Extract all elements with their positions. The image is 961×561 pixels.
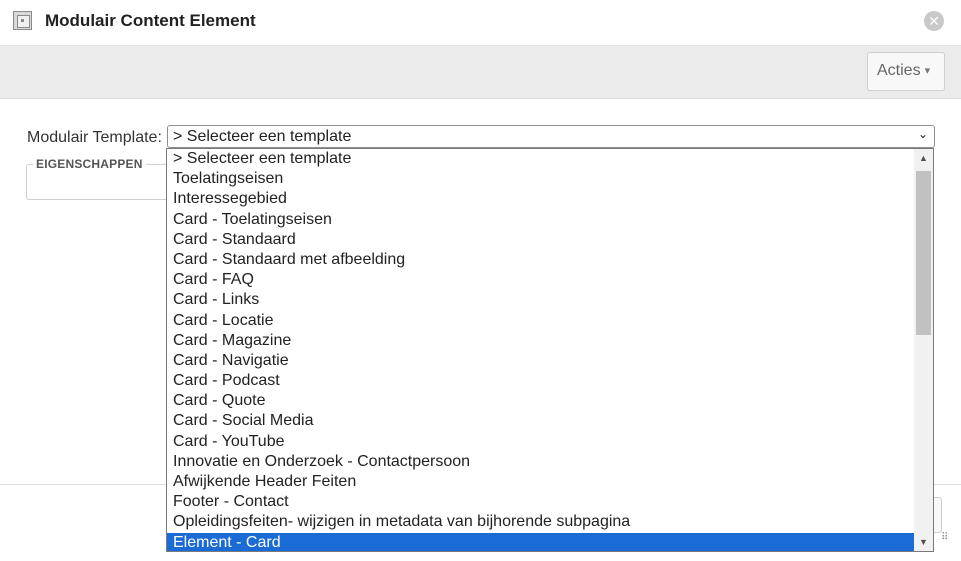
dropdown-option[interactable]: Card - Standaard met afbeelding — [167, 250, 914, 270]
module-icon — [13, 11, 32, 30]
dropdown-option[interactable]: Innovatie en Onderzoek - Contactpersoon — [167, 452, 914, 472]
chevron-down-icon: ⌄ — [917, 127, 928, 141]
dropdown-scrollbar[interactable]: ▲ ▼ — [914, 149, 933, 551]
dropdown-option[interactable]: Opleidingsfeiten- wijzigen in metadata v… — [167, 512, 914, 532]
resize-grip-icon[interactable]: ⠿ — [941, 533, 948, 543]
close-icon[interactable]: ✕ — [924, 11, 944, 31]
dropdown-option[interactable]: Card - YouTube — [167, 432, 914, 452]
caret-down-icon: ▾ — [924, 65, 931, 77]
dropdown-option[interactable]: Card - Magazine — [167, 331, 914, 351]
acties-button[interactable]: Acties ▾ — [867, 52, 945, 91]
properties-fieldset: EIGENSCHAPPEN — [26, 157, 176, 200]
dropdown-option[interactable]: Card - Standaard — [167, 230, 914, 250]
dropdown-option[interactable]: > Selecteer een template — [167, 149, 914, 169]
dropdown-option[interactable]: Element - Card — [167, 532, 914, 551]
dropdown-option[interactable]: Footer - Contact — [167, 492, 914, 512]
scroll-up-icon[interactable]: ▲ — [914, 149, 933, 167]
dropdown-option[interactable]: Interessegebied — [167, 189, 914, 209]
dropdown-option[interactable]: Card - Toelatingseisen — [167, 210, 914, 230]
dropdown-option[interactable]: Card - Locatie — [167, 311, 914, 331]
scroll-thumb[interactable] — [916, 171, 931, 335]
scroll-down-icon[interactable]: ▼ — [914, 533, 933, 551]
dialog-title: Modulair Content Element — [45, 11, 256, 30]
dropdown-option[interactable]: Card - Quote — [167, 391, 914, 411]
dropdown-option[interactable]: Card - Links — [167, 290, 914, 310]
dropdown-option[interactable]: Card - FAQ — [167, 270, 914, 290]
acties-label: Acties — [877, 62, 921, 79]
dropdown-option[interactable]: Card - Navigatie — [167, 351, 914, 371]
dialog-titlebar: Modulair Content Element ✕ — [0, 0, 961, 46]
properties-legend: EIGENSCHAPPEN — [33, 157, 146, 171]
template-select[interactable]: > Selecteer een template ⌄ — [167, 125, 935, 148]
dialog-toolbar: Acties ▾ — [0, 46, 961, 99]
dropdown-option[interactable]: Card - Social Media — [167, 411, 914, 431]
dropdown-option[interactable]: Toelatingseisen — [167, 169, 914, 189]
template-dropdown-list[interactable]: > Selecteer een template Toelatingseisen I… — [166, 148, 934, 552]
template-label: Modulair Template: — [27, 129, 162, 146]
dropdown-option[interactable]: Card - Podcast — [167, 371, 914, 391]
dropdown-option[interactable]: Afwijkende Header Feiten — [167, 472, 914, 492]
template-select-value: > Selecteer een template — [173, 128, 352, 145]
dropdown-options: > Selecteer een template Toelatingseisen I… — [167, 149, 914, 551]
